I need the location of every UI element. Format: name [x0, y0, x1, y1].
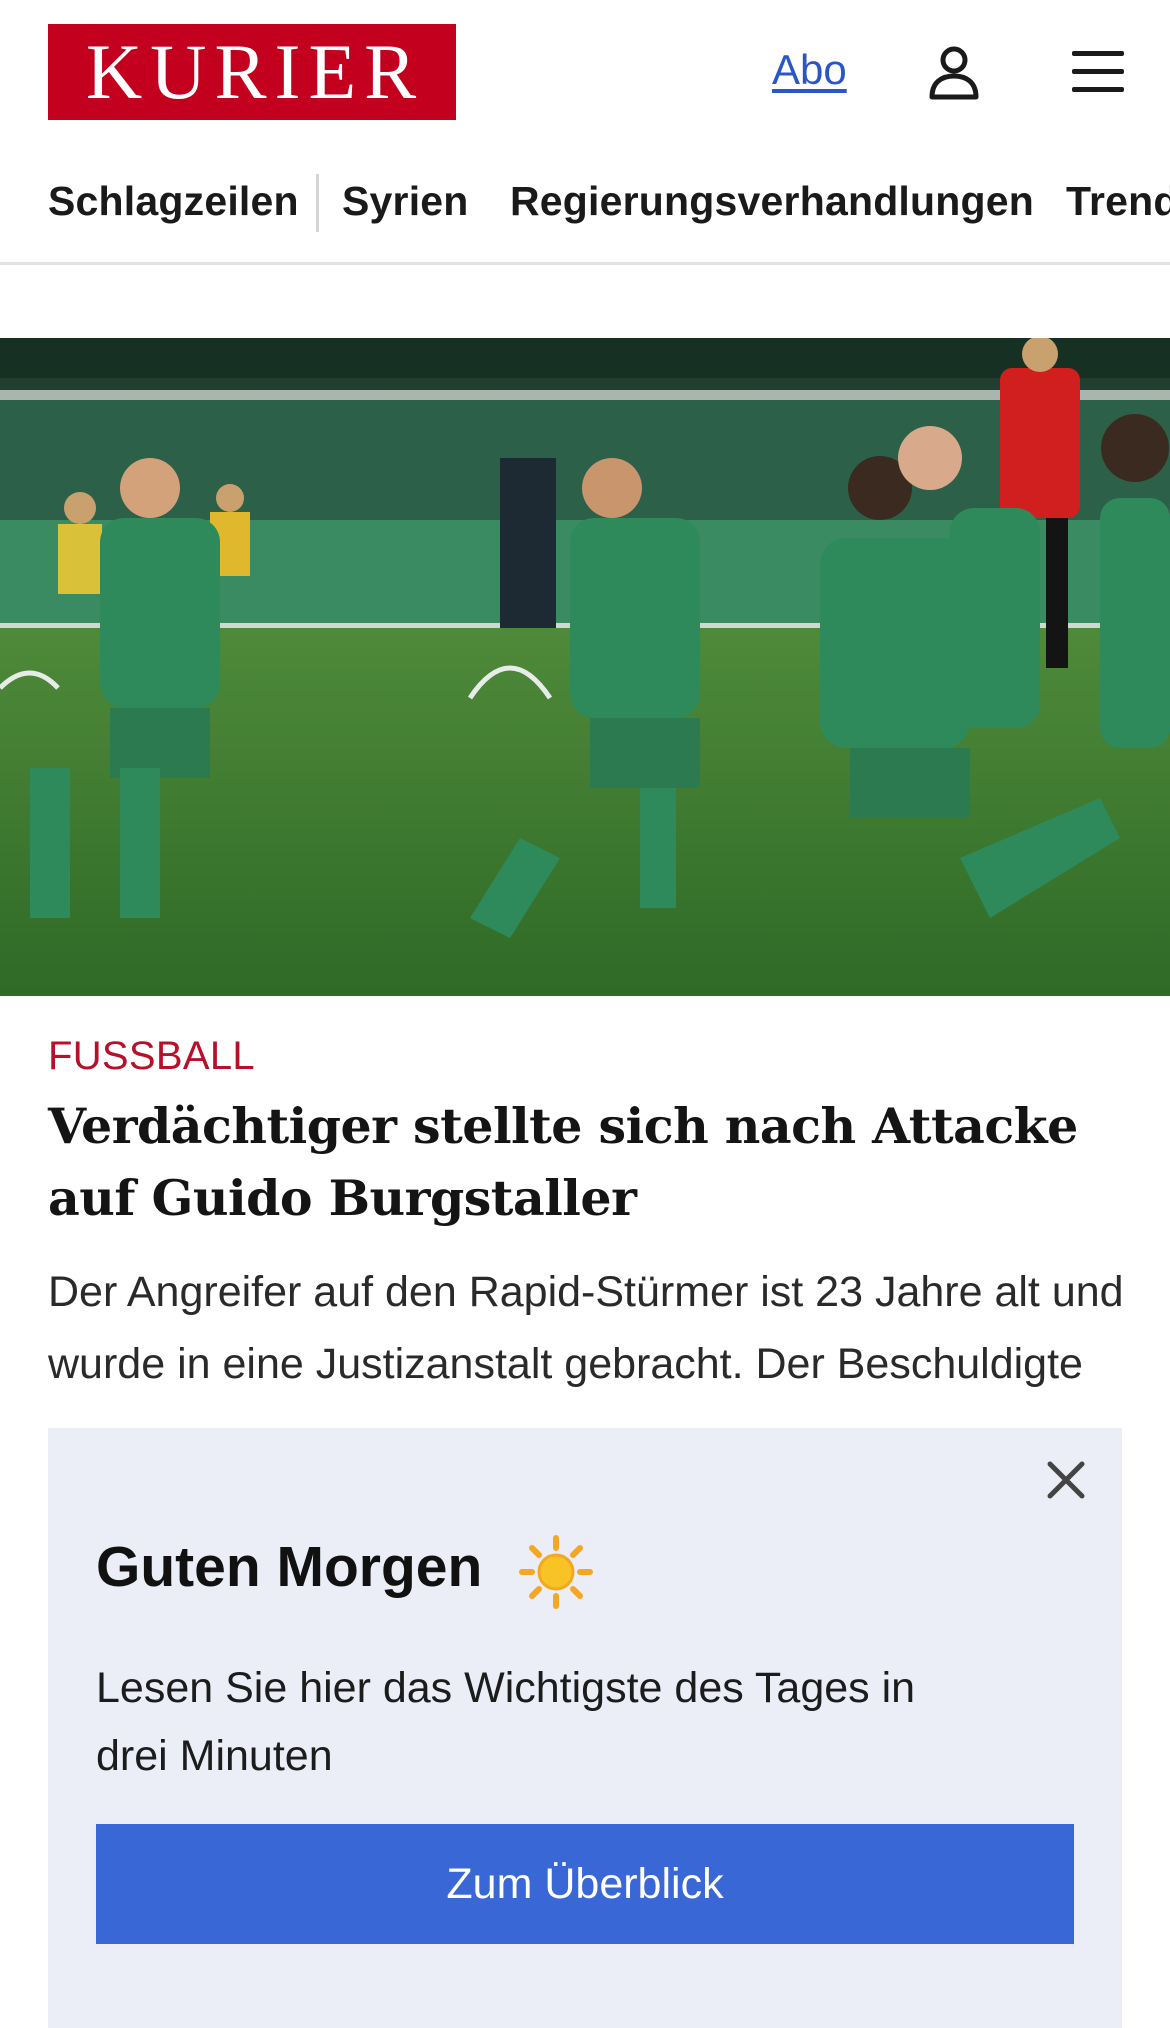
nav-item-syrien[interactable]: Syrien	[342, 178, 469, 225]
overview-button[interactable]: Zum Überblick	[96, 1824, 1074, 1944]
nav-item-trend[interactable]: Trend	[1066, 178, 1170, 225]
kurier-logo[interactable]: KURIER	[48, 24, 456, 120]
nav-item-regierungsverhandlungen[interactable]: Regierungsverhandlungen	[510, 178, 1034, 225]
football-players-warmup-photo	[0, 338, 1170, 996]
close-popup-button[interactable]	[1042, 1456, 1090, 1504]
popup-title: Guten Morgen	[96, 1535, 483, 1599]
hamburger-menu-icon	[1072, 51, 1124, 92]
abo-link[interactable]: Abo	[772, 46, 847, 94]
close-icon	[1047, 1461, 1085, 1499]
user-account-button[interactable]	[928, 44, 980, 100]
article-teaser: Der Angreifer auf den Rapid-Stürmer ist …	[48, 1268, 1124, 1416]
article-hero-image[interactable]	[0, 338, 1170, 996]
topic-navigation: Schlagzeilen Syrien Regierungsverhandlun…	[0, 148, 1170, 265]
popup-description: Lesen Sie hier das Wichtigste des Tages …	[96, 1664, 916, 1780]
sun-icon	[519, 1535, 593, 1609]
nav-divider	[316, 174, 319, 232]
user-icon	[929, 46, 979, 100]
nav-item-schlagzeilen[interactable]: Schlagzeilen	[48, 178, 299, 225]
article-headline[interactable]: Verdächtiger stellte sich nach Attacke a…	[48, 1090, 1128, 1234]
site-header: KURIER Abo	[0, 0, 1170, 148]
article-category[interactable]: FUSSBALL	[48, 1034, 255, 1079]
menu-button[interactable]	[1070, 44, 1126, 100]
